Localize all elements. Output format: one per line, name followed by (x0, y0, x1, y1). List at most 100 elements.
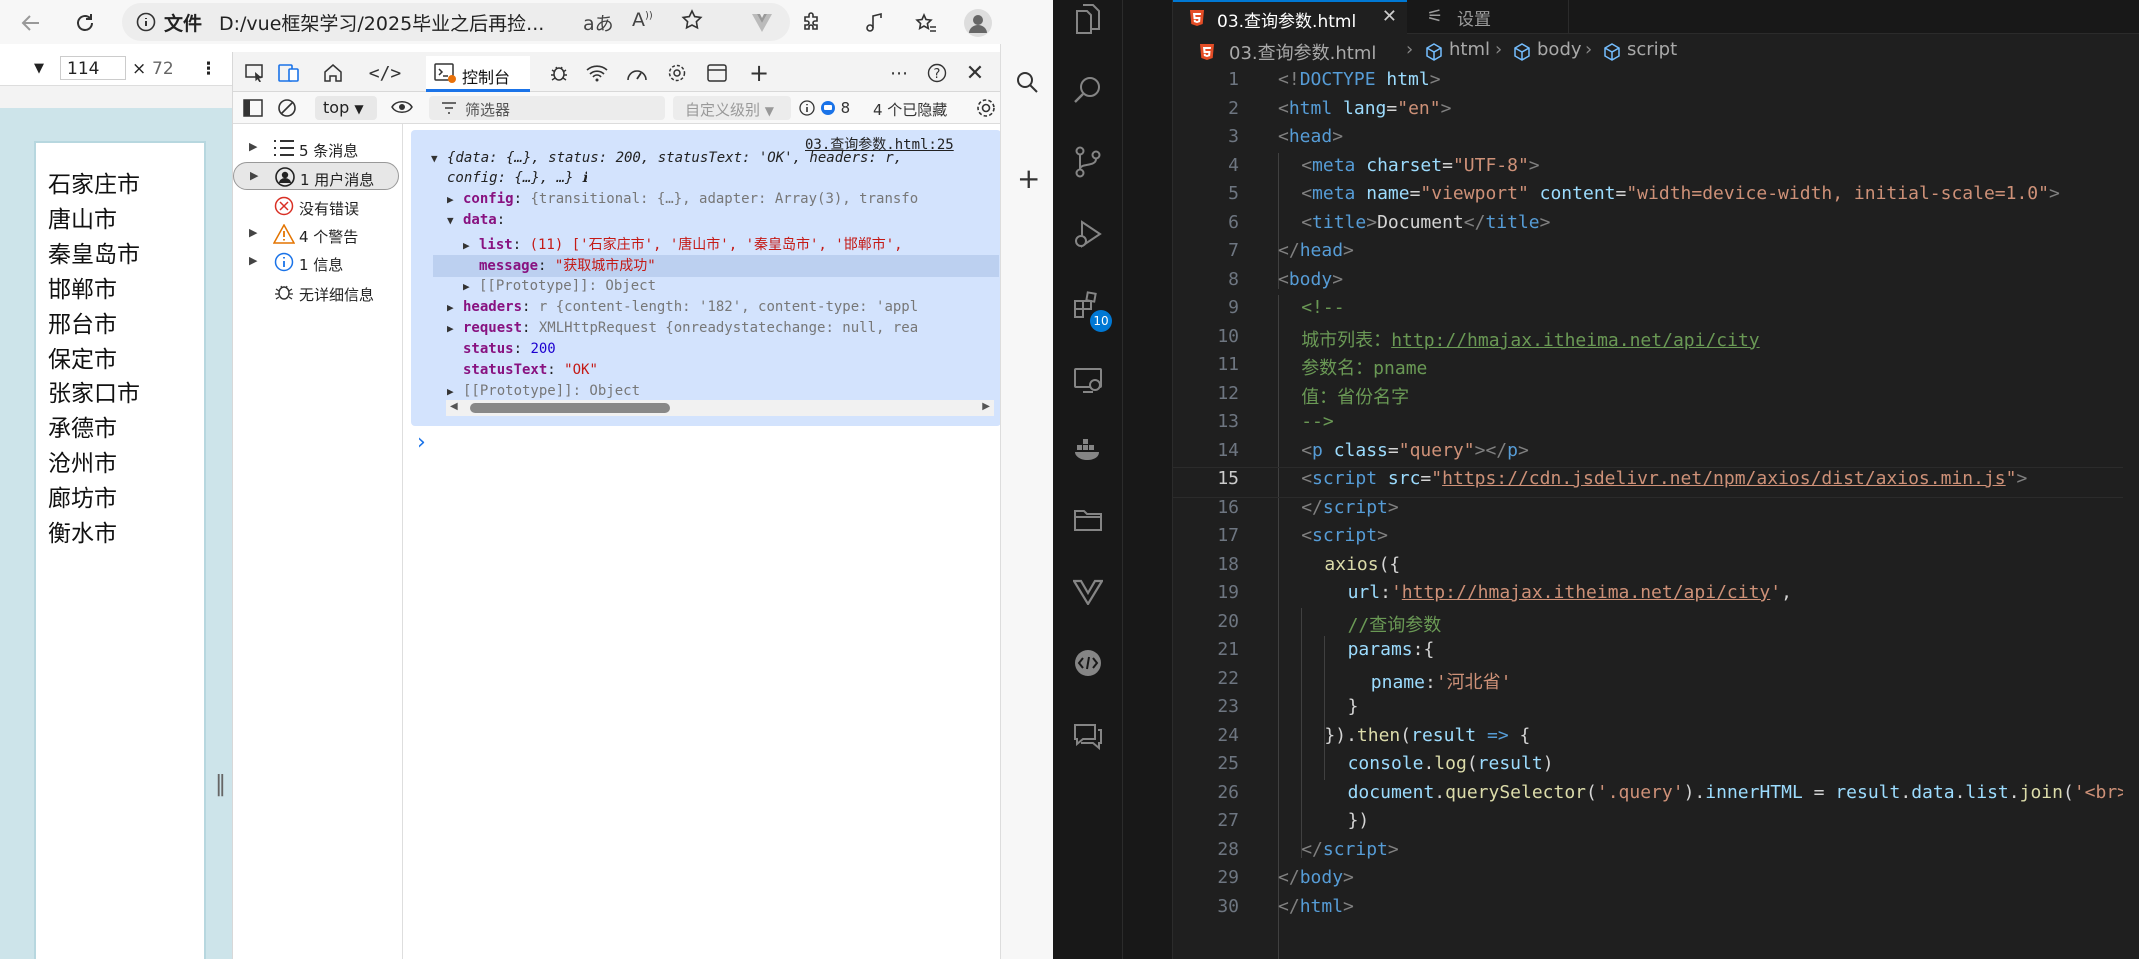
profile-avatar-icon[interactable] (962, 7, 994, 39)
filter-input[interactable]: 筛选器 (429, 96, 665, 120)
prop-request[interactable]: ▶ request: XMLHttpRequest {onreadystatech… (447, 320, 987, 336)
code-line[interactable]: 16 </script> (1173, 497, 2139, 526)
horizontal-scrollbar[interactable]: ◀ ▶ (446, 400, 994, 416)
code-line[interactable]: 18 axios({ (1173, 554, 2139, 583)
editor-scrollbar[interactable] (2123, 68, 2139, 959)
remote-explorer-icon[interactable] (1068, 360, 1108, 400)
code-line[interactable]: 15 <script src="https://cdn.jsdelivr.net/… (1172, 467, 2139, 498)
sidebar-item-user-messages[interactable]: ▶ 1 用户消息 (233, 162, 399, 190)
sidebar-item-info[interactable]: ▶ 1 信息 (233, 248, 403, 276)
prop-prototype[interactable]: ▶ [[Prototype]]: Object (463, 278, 656, 294)
context-select[interactable]: top ▼ (315, 96, 377, 120)
close-devtools-icon[interactable]: ✕ (961, 60, 989, 86)
object-summary-line[interactable]: ▼ {data: {…}, status: 200, statusText: 'O… (431, 150, 902, 166)
comments-icon[interactable] (1068, 716, 1108, 756)
device-more-icon[interactable]: ⋮ (200, 59, 217, 79)
explorer-files-icon[interactable] (1068, 0, 1108, 40)
code-line[interactable]: 27}) (1173, 810, 2139, 839)
issues-counter[interactable]: 8 (799, 99, 850, 117)
code-line[interactable]: 19 url:'http://hmajax.itheima.net/api/cit… (1173, 582, 2139, 611)
scrollbar-thumb[interactable] (470, 403, 670, 413)
inspect-element-icon[interactable] (241, 60, 269, 86)
tab-settings[interactable]: ⚟ 设置 (1407, 0, 1569, 34)
device-height-input[interactable]: 72 (152, 59, 174, 79)
code-line[interactable]: 30 </html> (1173, 896, 2139, 925)
extensions-icon[interactable]: 10 (1068, 286, 1112, 332)
code-line[interactable]: 12 值：省份名字 (1173, 383, 2139, 412)
sidebar-item-verbose[interactable]: 无详细信息 (233, 278, 403, 306)
close-tab-icon[interactable]: ✕ (1382, 6, 1397, 27)
extensions-puzzle-icon[interactable] (796, 7, 828, 39)
tab-active-file[interactable]: 03.查询参数.html ✕ (1173, 0, 1407, 34)
code-line[interactable]: 3 <head> (1173, 126, 2139, 155)
scroll-right-icon[interactable]: ▶ (982, 401, 990, 412)
code-line[interactable]: 20 //查询参数 (1173, 611, 2139, 640)
prop-headers[interactable]: ▶ headers: r {content-length: '182', cont… (447, 299, 987, 315)
resize-handle[interactable]: ‖ (215, 772, 226, 812)
help-icon[interactable]: ? (923, 60, 951, 86)
breadcrumb-body[interactable]: body (1537, 39, 1582, 60)
dimension-dropdown-icon[interactable]: ▼ (34, 61, 44, 76)
breadcrumb-script[interactable]: script (1627, 39, 1677, 60)
favorite-star-icon[interactable] (680, 8, 704, 32)
code-line[interactable]: 29 </body> (1173, 867, 2139, 896)
prop-config[interactable]: ▶ config: {transitional: {…}, adapter: Ar… (447, 191, 987, 207)
more-tools-icon[interactable]: ⋯ (885, 60, 913, 86)
sources-bug-icon[interactable] (545, 60, 573, 86)
log-levels-select[interactable]: 自定义级别 ▼ (673, 96, 791, 120)
back-button[interactable] (14, 6, 48, 40)
sidebar-item-errors[interactable]: 没有错误 (233, 192, 403, 220)
prop-message[interactable]: message: "获取城市成功" (433, 255, 999, 277)
run-debug-icon[interactable] (1068, 214, 1108, 254)
docker-icon[interactable] (1068, 428, 1108, 468)
code-line[interactable]: 7 </head> (1173, 240, 2139, 269)
code-line[interactable]: 28 </script> (1173, 839, 2139, 868)
prop-data[interactable]: ▼ data: (447, 212, 505, 228)
code-line[interactable]: 26 document.querySelector('.query').inner… (1173, 782, 2139, 811)
console-prompt-icon[interactable]: › (417, 430, 426, 455)
info-icon[interactable] (136, 12, 156, 32)
code-line[interactable]: 24}).then(result => { (1173, 725, 2139, 754)
live-expression-eye-icon[interactable] (391, 100, 413, 114)
breadcrumb-file[interactable]: 03.查询参数.html (1229, 39, 1376, 65)
url-text[interactable]: D:/vue框架学习/2025毕业之后再捡... (219, 9, 574, 36)
code-line[interactable]: 8 <body> (1173, 269, 2139, 298)
breadcrumb-html[interactable]: html (1449, 39, 1490, 60)
console-log-entry[interactable]: 03.查询参数.html:25 ▼ {data: {…}, status: 200… (411, 130, 1001, 426)
code-line[interactable]: 13 --> (1173, 411, 2139, 440)
code-line[interactable]: 25 console.log(result) (1173, 753, 2139, 782)
vue-icon[interactable] (1068, 572, 1108, 612)
search-icon[interactable] (1015, 70, 1039, 94)
add-sidebar-app-icon[interactable]: + (1017, 162, 1040, 195)
sidebar-toggle-icon[interactable] (243, 99, 263, 117)
code-line[interactable]: 4 <meta charset="UTF-8"> (1173, 155, 2139, 184)
settings-gear-icon[interactable] (663, 60, 691, 86)
search-icon[interactable] (1068, 70, 1108, 110)
sidebar-item-messages[interactable]: ▶ 5 条消息 (233, 134, 403, 162)
network-wifi-icon[interactable] (583, 60, 611, 86)
prop-list[interactable]: ▶ list: (11) ['石家庄市', '唐山市', '秦皇岛市', '邯郸市… (463, 234, 987, 254)
prop-prototype-root[interactable]: ▶ [[Prototype]]: Object (447, 383, 640, 399)
sidebar-item-warnings[interactable]: ▶ 4 个警告 (233, 220, 403, 248)
scroll-left-icon[interactable]: ◀ (450, 401, 458, 412)
code-line[interactable]: 1 <!DOCTYPE html> (1173, 69, 2139, 98)
read-aloud-icon[interactable]: aあ (583, 9, 614, 36)
code-editor[interactable]: 1 <!DOCTYPE html> 2 <html lang="en"> 3 <head>… (1172, 68, 2139, 959)
code-line[interactable]: 22 pname:'河北省' (1173, 668, 2139, 697)
folder-icon[interactable] (1068, 500, 1108, 540)
code-line[interactable]: 11 参数名：pname (1173, 354, 2139, 383)
code-line[interactable]: 5 <meta name="viewport" content="width=de… (1173, 183, 2139, 212)
code-line[interactable]: 23} (1173, 696, 2139, 725)
live-share-chat-icon[interactable] (1068, 644, 1108, 684)
code-line[interactable]: 2 <html lang="en"> (1173, 98, 2139, 127)
code-line[interactable]: 14 <p class="query"></p> (1173, 440, 2139, 469)
music-icon[interactable] (858, 7, 890, 39)
clear-console-icon[interactable] (277, 98, 297, 118)
vue-devtools-icon[interactable] (746, 7, 778, 39)
reload-button[interactable] (68, 6, 102, 40)
device-toolbar-icon[interactable] (275, 60, 303, 86)
tab-console[interactable]: 控制台 (426, 56, 530, 92)
console-settings-gear-icon[interactable] (975, 97, 997, 119)
code-line[interactable]: 10 城市列表：http://hmajax.itheima.net/api/cit… (1173, 326, 2139, 355)
welcome-home-icon[interactable] (319, 60, 347, 86)
